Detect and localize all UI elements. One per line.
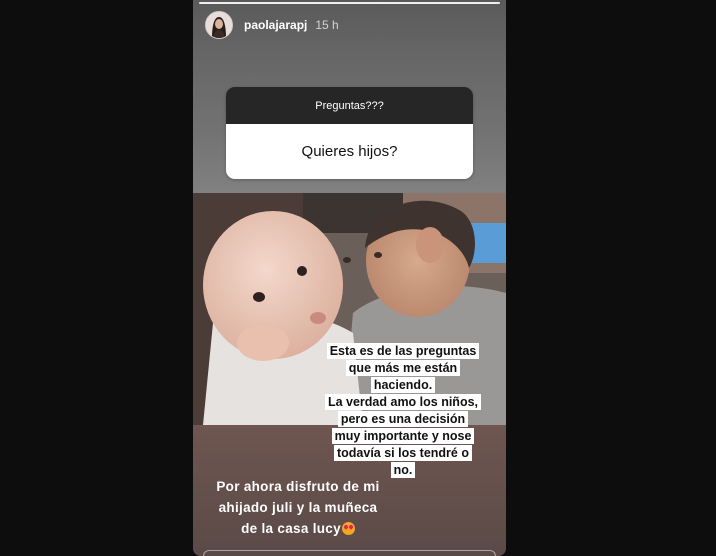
caption-line-with-emoji: de la casa lucy (203, 518, 393, 539)
caption-line: todavía si los tendré o (334, 445, 472, 461)
question-sticker: Preguntas??? Quieres hijos? (226, 87, 473, 179)
caption-line: ahijado juli y la muñeca (218, 500, 378, 515)
story-caption-main: Esta es de las preguntas que más me está… (313, 343, 493, 479)
story-progress-bar (199, 2, 500, 4)
caption-line: haciendo. (370, 377, 436, 393)
story-caption-bottom: Por ahora disfruto de mi ahijado juli y … (203, 476, 393, 539)
caption-line: que más me están (345, 360, 461, 376)
story-frame[interactable]: paolajarapj 15 h Preguntas??? Quieres hi… (193, 0, 506, 556)
story-header: paolajarapj 15 h (205, 10, 339, 40)
caption-line: Esta es de las preguntas (326, 343, 480, 359)
caption-line: La verdad amo los niños, (324, 394, 482, 410)
caption-line: pero es una decisión (337, 411, 469, 427)
caption-line: Por ahora disfruto de mi (216, 479, 380, 494)
timestamp: 15 h (315, 18, 339, 32)
heart-eyes-emoji-icon (341, 522, 355, 535)
caption-line: muy importante y nose (331, 428, 475, 444)
caption-line: de la casa lucy (241, 521, 341, 536)
question-sticker-answer: Quieres hijos? (226, 124, 473, 179)
username[interactable]: paolajarapj (244, 18, 307, 32)
avatar[interactable] (205, 11, 233, 39)
question-sticker-title: Preguntas??? (226, 87, 473, 124)
reply-bar[interactable] (203, 550, 496, 556)
caption-line: no. (390, 462, 416, 478)
